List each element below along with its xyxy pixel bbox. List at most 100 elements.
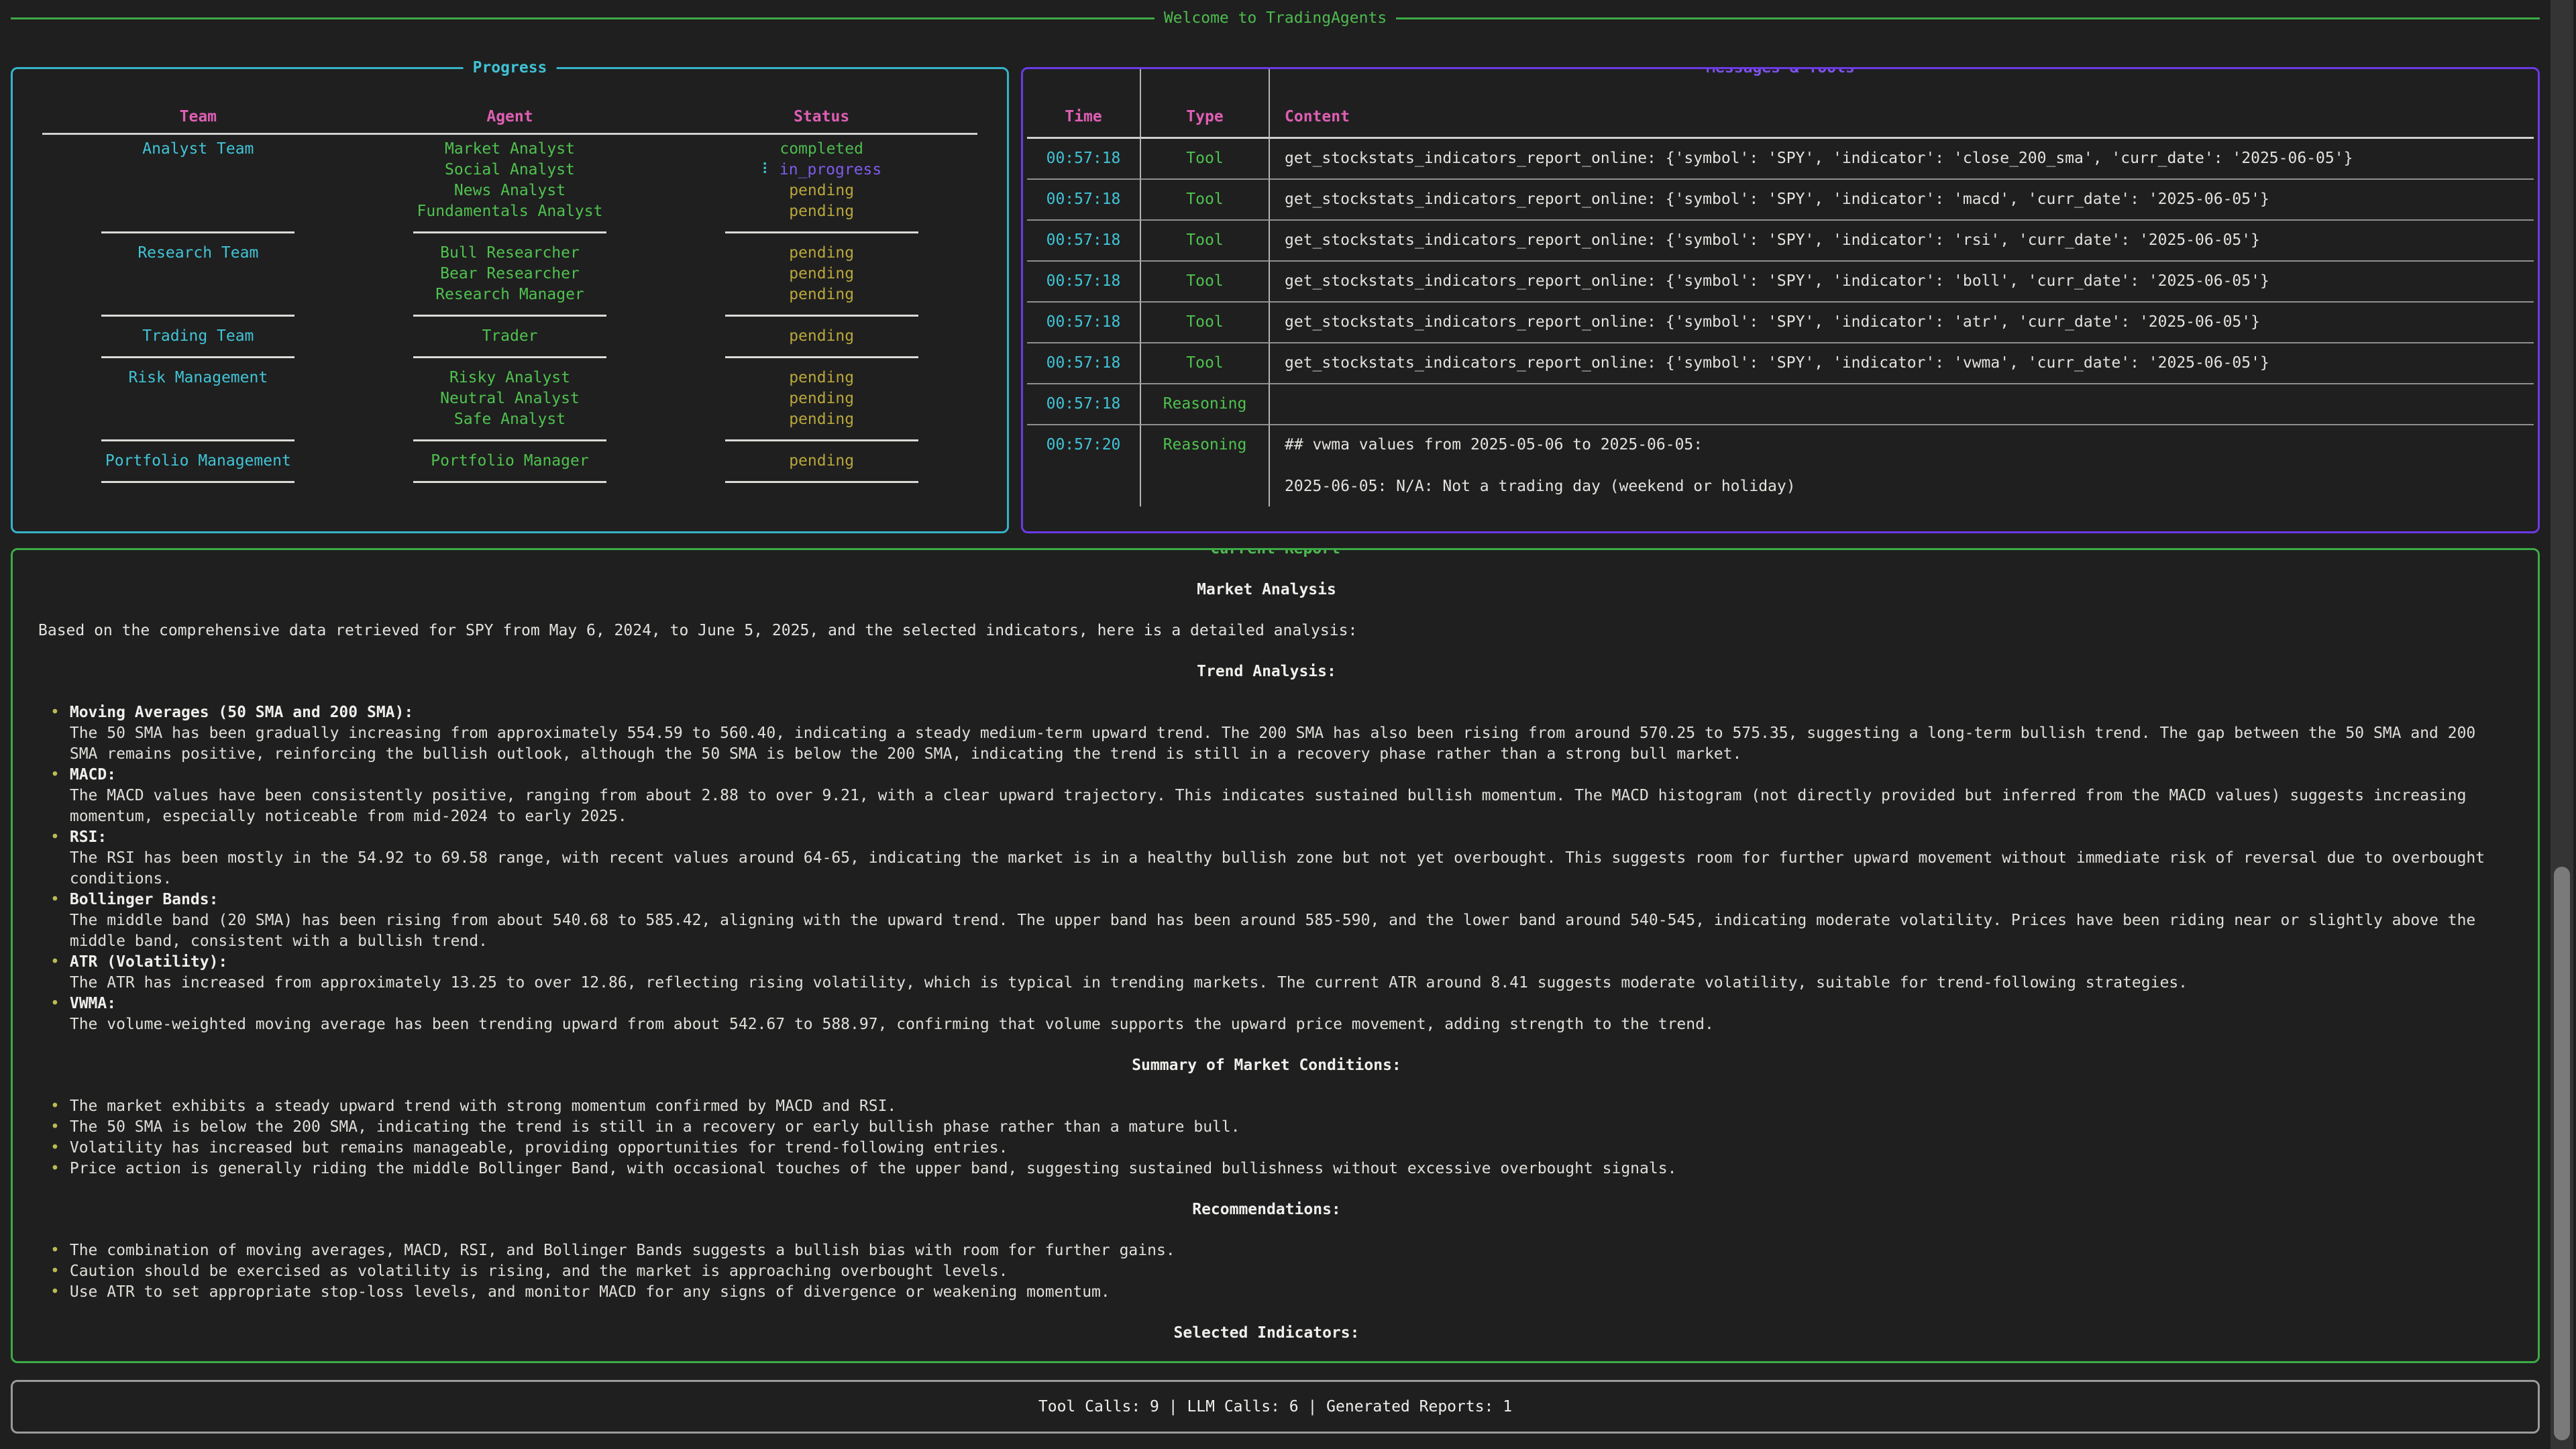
scrollbar-thumb[interactable] [2554, 867, 2570, 1440]
status-cell: pending [665, 201, 977, 222]
bullet-content: Price action is generally riding the mid… [70, 1159, 2495, 1179]
team-cell [42, 264, 354, 284]
status-text: pending [789, 369, 854, 386]
group-separator [42, 222, 977, 243]
section-heading: Recommendations: [38, 1199, 2495, 1220]
separator-status [725, 439, 918, 441]
separator-team [101, 231, 294, 233]
message-content: ## vwma values from 2025-05-06 to 2025-0… [1270, 424, 2534, 506]
team-cell [42, 180, 354, 201]
separator-team [101, 356, 294, 358]
status-text: pending [789, 411, 854, 428]
bullet-icon: • [50, 765, 60, 827]
status-cell: pending [665, 180, 977, 201]
bullet-text: Caution should be exercised as volatilit… [70, 1261, 2495, 1282]
progress-table-header: Team Agent Status [42, 107, 977, 127]
bullet-item: •MACD:The MACD values have been consiste… [50, 765, 2495, 827]
bullet-text: Volatility has increased but remains man… [70, 1138, 2495, 1159]
message-content: get_stockstats_indicators_report_online:… [1270, 342, 2534, 383]
bullet-content: VWMA:The volume-weighted moving average … [70, 994, 2495, 1035]
message-time: 00:57:18 [1027, 383, 1141, 424]
progress-row: Safe Analystpending [42, 409, 977, 430]
status-cell: pending [665, 451, 977, 472]
separator-agent [413, 315, 606, 317]
bullet-text: The middle band (20 SMA) has been rising… [70, 910, 2495, 952]
team-cell: Analyst Team [42, 139, 354, 160]
section-heading: Selected Indicators: [38, 1323, 2495, 1344]
bullet-item: •The combination of moving averages, MAC… [50, 1240, 2495, 1261]
status-text: pending [789, 244, 854, 262]
current-report-panel: Current Report Market Analysis Based on … [11, 548, 2540, 1363]
separator-status [725, 356, 918, 358]
progress-col-status: Status [665, 107, 977, 127]
messages-col-type: Type [1141, 69, 1270, 137]
report-heading: Market Analysis [38, 580, 2495, 600]
bullet-content: The combination of moving averages, MACD… [70, 1240, 2495, 1261]
bullet-content: Caution should be exercised as volatilit… [70, 1261, 2495, 1282]
status-cell: pending [665, 368, 977, 388]
messages-table: Time Type Content 00:57:18Toolget_stocks… [1027, 69, 2534, 506]
bullet-icon: • [50, 1282, 60, 1303]
footer-stats: Tool Calls: 9 | LLM Calls: 6 | Generated… [1038, 1397, 1512, 1417]
bullet-list: •Moving Averages (50 SMA and 200 SMA):Th… [38, 702, 2495, 1035]
status-text: pending [789, 203, 854, 220]
bullet-content: ATR (Volatility):The ATR has increased f… [70, 952, 2495, 994]
status-cell: pending [665, 243, 977, 264]
bullet-icon: • [50, 1261, 60, 1282]
agent-cell: News Analyst [354, 180, 666, 201]
progress-row: Research Managerpending [42, 284, 977, 305]
bullet-label: RSI: [70, 827, 2495, 848]
status-cell: pending [665, 388, 977, 409]
status-text: pending [789, 452, 854, 470]
bullet-text: The MACD values have been consistently p… [70, 786, 2495, 827]
bullet-text: The ATR has increased from approximately… [70, 973, 2495, 994]
spinner-icon: ⠇ [761, 161, 773, 178]
team-cell [42, 409, 354, 430]
status-cell: completed [665, 139, 977, 160]
team-cell: Research Team [42, 243, 354, 264]
footer-status-bar: Tool Calls: 9 | LLM Calls: 6 | Generated… [11, 1380, 2540, 1434]
separator-agent [413, 356, 606, 358]
progress-row: Fundamentals Analyst pending [42, 201, 977, 222]
agent-cell: Neutral Analyst [354, 388, 666, 409]
message-content [1270, 383, 2534, 424]
bullet-icon: • [50, 952, 60, 994]
bullet-item: •VWMA:The volume-weighted moving average… [50, 994, 2495, 1035]
separator-status [725, 231, 918, 233]
status-text: pending [789, 182, 854, 199]
message-content: get_stockstats_indicators_report_online:… [1270, 301, 2534, 342]
message-time: 00:57:18 [1027, 219, 1141, 260]
report-body: Market Analysis Based on the comprehensi… [13, 550, 2538, 1344]
bullet-content: Moving Averages (50 SMA and 200 SMA):The… [70, 702, 2495, 765]
bullet-icon: • [50, 890, 60, 952]
bullet-icon: • [50, 827, 60, 890]
bullet-text: The volume-weighted moving average has b… [70, 1014, 2495, 1035]
bullet-text: The 50 SMA has been gradually increasing… [70, 723, 2495, 765]
report-panel-title: Current Report [1201, 548, 1350, 559]
welcome-rule: Welcome to TradingAgents [11, 7, 2540, 30]
progress-row: Risk ManagementRisky Analystpending [42, 368, 977, 388]
progress-row: News Analyst pending [42, 180, 977, 201]
progress-row: Research TeamBull Researcherpending [42, 243, 977, 264]
team-cell [42, 160, 354, 180]
status-cell: pending [665, 326, 977, 347]
message-type: Reasoning [1141, 383, 1270, 424]
message-time: 00:57:18 [1027, 178, 1141, 219]
progress-row: Analyst TeamMarket Analystcompleted [42, 139, 977, 160]
bullet-item: •Moving Averages (50 SMA and 200 SMA):Th… [50, 702, 2495, 765]
message-type: Tool [1141, 301, 1270, 342]
separator-team [101, 481, 294, 483]
bullet-text: Use ATR to set appropriate stop-loss lev… [70, 1282, 2495, 1303]
progress-row: Portfolio ManagementPortfolio Managerpen… [42, 451, 977, 472]
scrollbar-track[interactable] [2551, 0, 2573, 1449]
progress-col-agent: Agent [354, 107, 666, 127]
agent-cell: Research Manager [354, 284, 666, 305]
section-heading: Summary of Market Conditions: [38, 1055, 2495, 1076]
team-cell: Risk Management [42, 368, 354, 388]
top-panels-row: Progress Team Agent Status Analyst TeamM… [11, 67, 2540, 533]
message-type: Tool [1141, 178, 1270, 219]
progress-panel: Progress Team Agent Status Analyst TeamM… [11, 67, 1009, 533]
agent-cell: Fundamentals Analyst [354, 201, 666, 222]
bullet-item: •The 50 SMA is below the 200 SMA, indica… [50, 1117, 2495, 1138]
welcome-title: Welcome to TradingAgents [1164, 8, 1387, 29]
